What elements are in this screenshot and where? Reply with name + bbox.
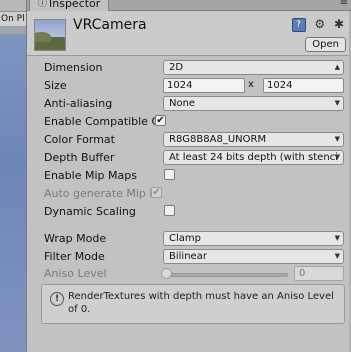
size-label: Size	[44, 79, 67, 92]
row-color-format: Color Format R8G8B8A8_UNORM ▼	[27, 132, 351, 149]
render-texture-thumbnail	[34, 19, 66, 51]
info-icon: !	[50, 292, 64, 306]
enable-compatible-checkbox[interactable]: ✔	[155, 115, 166, 126]
header-icons: ? ⚙ ✱	[287, 17, 344, 32]
wrap-mode-value: Clamp	[169, 233, 201, 244]
anti-aliasing-dropdown[interactable]: None ▼	[163, 96, 344, 111]
asset-header: VRCamera ? ⚙ ✱ Open	[27, 11, 351, 56]
dropdown-arrow-icon: ▼	[334, 135, 340, 143]
open-button[interactable]: Open	[305, 37, 346, 52]
dropdown-arrow-icon: ▼	[334, 252, 340, 260]
size-height-field[interactable]: 1024	[263, 78, 344, 93]
enable-mip-maps-label: Enable Mip Maps	[44, 169, 137, 182]
aniso-level-label: Aniso Level	[44, 267, 107, 280]
row-enable-mip-maps: Enable Mip Maps	[27, 168, 351, 185]
scene-view-edge: On Pl	[0, 0, 26, 352]
settings-sliders-icon[interactable]: ⚙	[314, 17, 325, 31]
dimension-label: Dimension	[44, 61, 103, 74]
depth-buffer-label: Depth Buffer	[44, 151, 115, 164]
color-format-value: R8G8B8A8_UNORM	[169, 134, 267, 145]
enable-compatible-label: Enable Compatible C	[44, 115, 160, 128]
dynamic-scaling-label: Dynamic Scaling	[44, 205, 136, 218]
scene-strip-label: On Pl	[0, 12, 26, 26]
scene-view-sky[interactable]	[0, 34, 26, 352]
aniso-slider-track	[168, 273, 288, 277]
dimension-value: 2D	[169, 62, 184, 73]
row-auto-generate-mip: Auto generate Mip Ma ✔	[27, 186, 351, 203]
dropdown-arrow-icon: ▲▼	[334, 63, 340, 71]
color-format-label: Color Format	[44, 133, 115, 146]
aniso-level-field: 0	[294, 266, 344, 281]
dimension-dropdown[interactable]: 2D ▲▼	[163, 60, 344, 75]
scene-tab-edge[interactable]	[0, 0, 26, 12]
color-format-dropdown[interactable]: R8G8B8A8_UNORM ▼	[163, 132, 344, 147]
gear-icon[interactable]: ✱	[334, 17, 344, 31]
depth-buffer-value: At least 24 bits depth (with stenci	[169, 152, 338, 163]
size-separator: x	[248, 79, 254, 90]
row-anti-aliasing: Anti-aliasing None ▼	[27, 96, 351, 113]
dropdown-arrow-icon: ▼	[334, 234, 340, 242]
row-depth-buffer: Depth Buffer At least 24 bits depth (wit…	[27, 150, 351, 167]
info-icon: ⓘ	[38, 0, 48, 9]
help-box: ! RenderTextures with depth must have an…	[41, 284, 345, 324]
enable-mip-maps-checkbox[interactable]	[164, 169, 175, 180]
row-aniso-level: Aniso Level 0	[27, 266, 351, 283]
row-dynamic-scaling: Dynamic Scaling	[27, 204, 351, 221]
row-dimension: Dimension 2D ▲▼	[27, 60, 351, 77]
tab-inspector[interactable]: ⓘ Inspector	[29, 0, 110, 11]
wrap-mode-dropdown[interactable]: Clamp ▼	[163, 231, 344, 246]
auto-generate-mip-label: Auto generate Mip Ma	[44, 187, 156, 200]
dropdown-arrow-icon: ▼	[334, 153, 340, 161]
auto-generate-mip-checkbox: ✔	[151, 187, 162, 198]
aniso-slider-knob	[161, 268, 172, 279]
row-wrap-mode: Wrap Mode Clamp ▼	[27, 231, 351, 248]
anti-aliasing-label: Anti-aliasing	[44, 97, 113, 110]
tab-menu-icon[interactable]: ≡	[340, 0, 348, 8]
dropdown-arrow-icon: ▼	[334, 99, 340, 107]
inspector-tabbar: ⓘ Inspector ≡	[27, 0, 351, 11]
asset-title: VRCamera	[73, 17, 147, 33]
wrap-mode-label: Wrap Mode	[44, 232, 107, 245]
inspector-panel: ⓘ Inspector ≡ VRCamera ? ⚙ ✱ Open Dimensi…	[26, 0, 351, 352]
book-icon[interactable]: ?	[291, 17, 306, 32]
tab-inspector-label: Inspector	[49, 0, 101, 10]
anti-aliasing-value: None	[169, 98, 196, 109]
size-width-field[interactable]: 1024	[163, 78, 245, 93]
filter-mode-dropdown[interactable]: Bilinear ▼	[163, 249, 344, 264]
depth-buffer-dropdown[interactable]: At least 24 bits depth (with stenci ▼	[163, 150, 344, 165]
filter-mode-value: Bilinear	[169, 251, 207, 262]
row-enable-compatible: Enable Compatible C ✔	[27, 114, 351, 131]
filter-mode-label: Filter Mode	[44, 250, 105, 263]
dynamic-scaling-checkbox[interactable]	[164, 205, 175, 216]
row-filter-mode: Filter Mode Bilinear ▼	[27, 249, 351, 266]
row-size: Size 1024 x 1024	[27, 78, 351, 95]
help-text: RenderTextures with depth must have an A…	[68, 291, 334, 315]
